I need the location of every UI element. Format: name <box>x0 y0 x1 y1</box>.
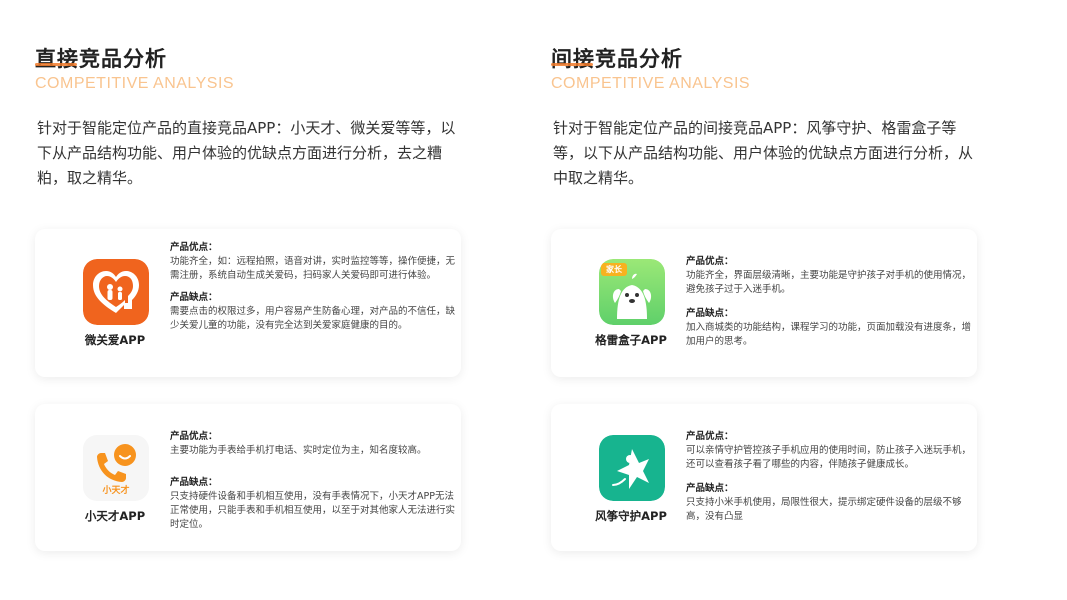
app-name: 风筝守护APP <box>595 509 667 523</box>
pros-text: 可以亲情守护管控孩子手机应用的使用时间，防止孩子入迷玩手机，还可以查看孩子看了哪… <box>686 445 972 470</box>
icon-brand-text: 小天才 <box>102 486 130 496</box>
competitor-card-geleihezi: 家长 格雷盒子APP 产品优点： 功能齐全，界面层级清晰，主要功能是守护孩子对手… <box>551 229 977 377</box>
cons-text: 只支持小米手机使用，局限性很大，提示绑定硬件设备的层级不够高，没有凸显 <box>686 497 962 522</box>
cons-label: 产品缺点： <box>170 292 218 303</box>
title-accent-underline <box>551 63 593 66</box>
section-subtitle: COMPETITIVE ANALYSIS <box>35 75 235 92</box>
pros-label: 产品优点： <box>170 431 218 442</box>
title-accent-underline <box>35 63 77 66</box>
cons-text: 需要点击的权限过多，用户容易产生防备心理，对产品的不信任，缺少关爱儿童的功能，没… <box>170 306 456 331</box>
pros-block: 产品优点： 功能齐全，界面层级清晰，主要功能是守护孩子对手机的使用情况，避免孩子… <box>686 255 971 297</box>
app-name: 小天才APP <box>84 509 146 523</box>
app-block: 微关爱APP <box>53 229 165 377</box>
pros-block: 产品优点： 主要功能为手表给手机打电话、实时定位为主，知名度较高。 <box>170 430 455 458</box>
pros-block: 产品优点： 可以亲情守护管控孩子手机应用的使用时间，防止孩子入迷玩手机，还可以查… <box>686 430 971 472</box>
card-info: 产品优点： 功能齐全，界面层级清晰，主要功能是守护孩子对手机的使用情况，避免孩子… <box>686 255 971 349</box>
pros-label: 产品优点： <box>686 431 734 442</box>
green-dog-icon: 家长 <box>599 259 665 325</box>
cons-label: 产品缺点： <box>686 308 734 319</box>
family-heart-icon <box>83 259 149 325</box>
pros-block: 产品优点： 功能齐全，如：远程拍照，语音对讲，实时监控等等，操作便捷，无需注册，… <box>170 241 455 283</box>
cons-block: 产品缺点： 只支持硬件设备和手机相互使用，没有手表情况下，小天才APP无法正常使… <box>170 476 455 532</box>
competitor-card-xiaotiancai: 小天才 小天才APP 产品优点： 主要功能为手表给手机打电话、实时定位为主，知名… <box>35 404 461 551</box>
competitor-card-fengzhengshouhu: 风筝守护APP 产品优点： 可以亲情守护管控孩子手机应用的使用时间，防止孩子入迷… <box>551 404 977 551</box>
kite-icon <box>599 435 665 501</box>
app-block: 小天才 小天才APP <box>53 404 165 551</box>
pros-label: 产品优点： <box>170 242 218 253</box>
pros-text: 主要功能为手表给手机打电话、实时定位为主，知名度较高。 <box>170 445 427 456</box>
cons-label: 产品缺点： <box>170 477 218 488</box>
competitor-card-weiguanai: 微关爱APP 产品优点： 功能齐全，如：远程拍照，语音对讲，实时监控等等，操作便… <box>35 229 461 377</box>
pros-text: 功能齐全，界面层级清晰，主要功能是守护孩子对手机的使用情况，避免孩子过于入迷手机… <box>686 270 972 295</box>
card-info: 产品优点： 主要功能为手表给手机打电话、实时定位为主，知名度较高。 产品缺点： … <box>170 430 455 532</box>
phone-smile-icon: 小天才 <box>83 435 149 501</box>
section-subtitle: COMPETITIVE ANALYSIS <box>551 75 751 92</box>
cons-block: 产品缺点： 加入商城类的功能结构，课程学习的功能，页面加载没有进度条，增加用户的… <box>686 307 971 349</box>
section-title: 间接竞品分析 <box>551 47 683 71</box>
app-name: 格雷盒子APP <box>595 333 667 347</box>
app-name: 微关爱APP <box>84 333 146 347</box>
cons-block: 产品缺点： 只支持小米手机使用，局限性很大，提示绑定硬件设备的层级不够高，没有凸… <box>686 482 971 524</box>
card-info: 产品优点： 可以亲情守护管控孩子手机应用的使用时间，防止孩子入迷玩手机，还可以查… <box>686 430 971 524</box>
cons-text: 加入商城类的功能结构，课程学习的功能，页面加载没有进度条，增加用户的思考。 <box>686 322 972 347</box>
parent-badge-text: 家长 <box>606 265 622 274</box>
section-intro: 针对于智能定位产品的直接竞品APP：小天才、微关爱等等，以下从产品结构功能、用户… <box>37 119 456 187</box>
pros-text: 功能齐全，如：远程拍照，语音对讲，实时监控等等，操作便捷，无需注册，系统自动生成… <box>170 256 456 281</box>
app-block: 家长 格雷盒子APP <box>569 229 681 377</box>
app-block: 风筝守护APP <box>569 404 681 551</box>
section-title: 直接竞品分析 <box>35 47 167 71</box>
section-intro: 针对于智能定位产品的间接竞品APP：风筝守护、格雷盒子等等，以下从产品结构功能、… <box>553 119 974 187</box>
cons-text: 只支持硬件设备和手机相互使用，没有手表情况下，小天才APP无法正常使用，只能手表… <box>170 491 456 530</box>
cons-block: 产品缺点： 需要点击的权限过多，用户容易产生防备心理，对产品的不信任，缺少关爱儿… <box>170 291 455 333</box>
pros-label: 产品优点： <box>686 256 734 267</box>
cons-label: 产品缺点： <box>686 483 734 494</box>
card-info: 产品优点： 功能齐全，如：远程拍照，语音对讲，实时监控等等，操作便捷，无需注册，… <box>170 241 455 333</box>
